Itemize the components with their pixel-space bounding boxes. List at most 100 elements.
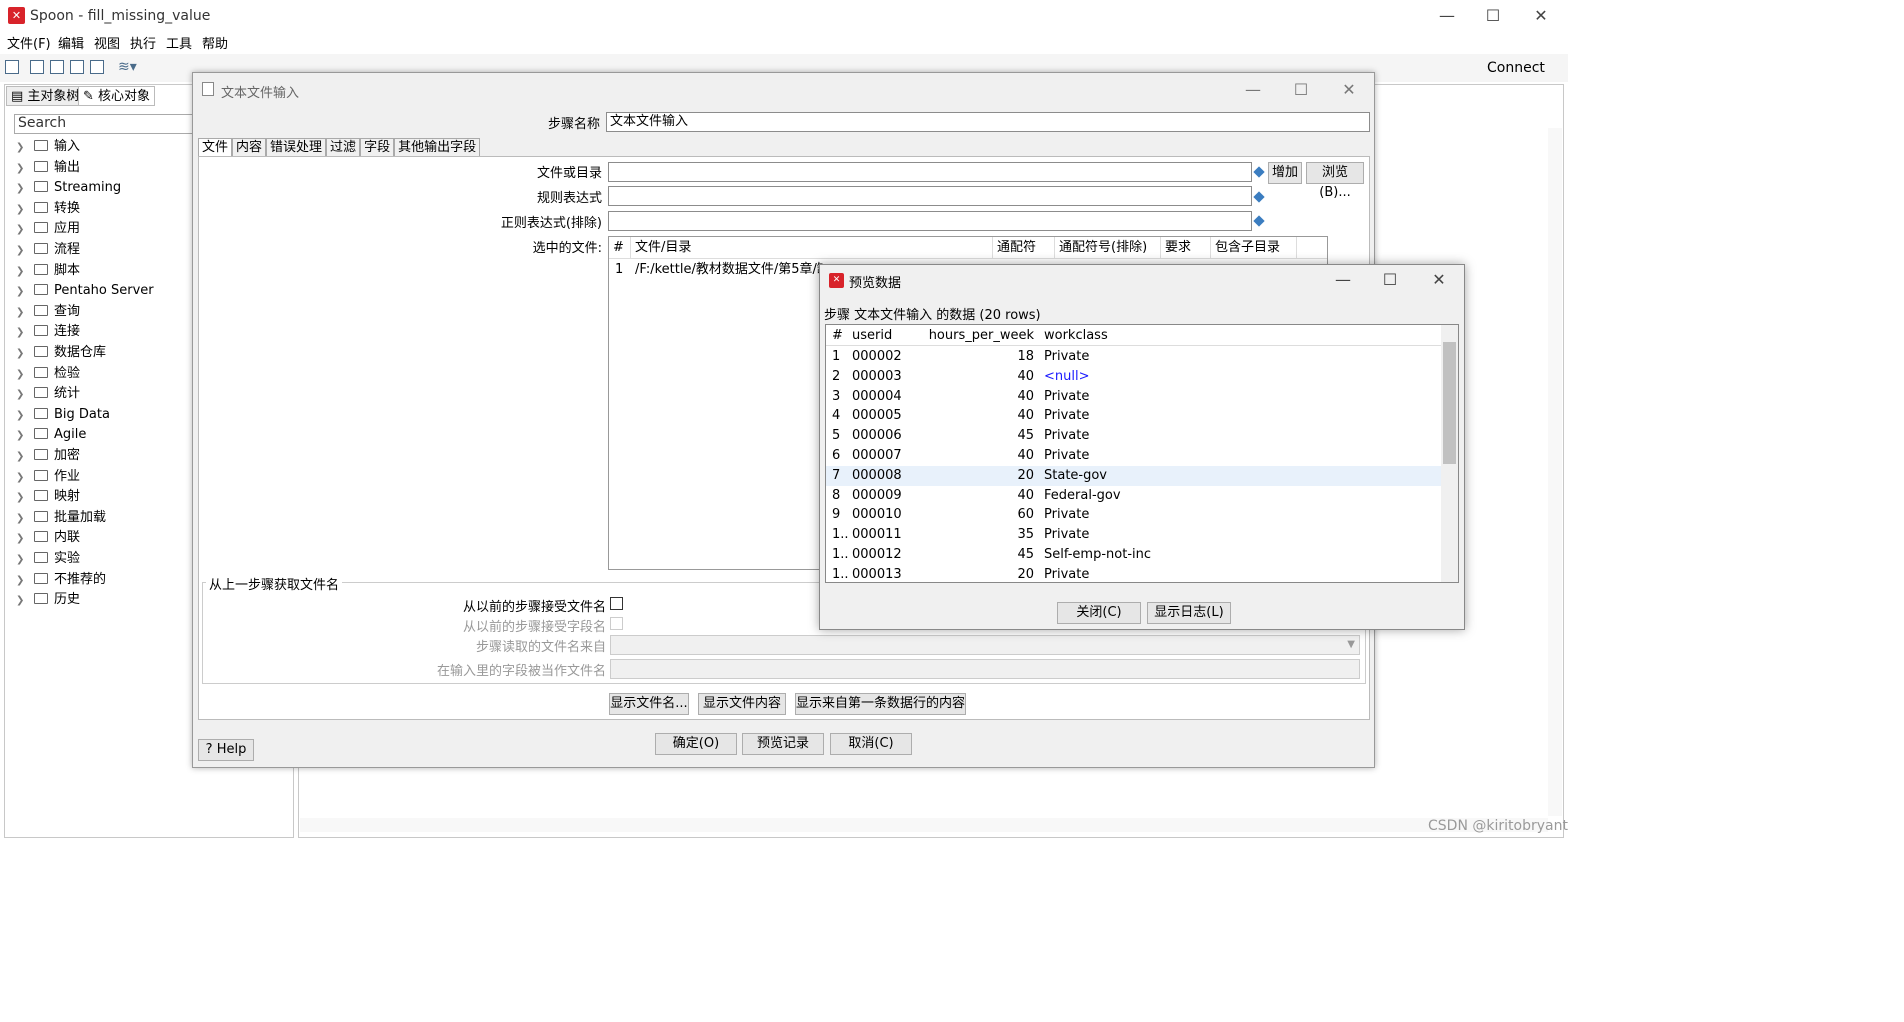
tree-item[interactable]: ❯ 实验 — [16, 549, 80, 569]
preview-scroll-thumb[interactable] — [1443, 342, 1456, 464]
ok-button[interactable]: 确定(O) — [655, 733, 737, 755]
table-row[interactable]: 6 000007 40 Private — [826, 446, 1444, 466]
chevron-right-icon[interactable]: ❯ — [16, 529, 34, 549]
search-input[interactable]: Search — [14, 114, 194, 134]
cancel-button[interactable]: 取消(C) — [830, 733, 912, 755]
table-row[interactable]: 4 000005 40 Private — [826, 406, 1444, 426]
tab-file[interactable]: 文件 — [198, 138, 233, 157]
tree-item[interactable]: ❯ 脚本 — [16, 261, 80, 281]
menu-help[interactable]: 帮助 — [202, 33, 228, 52]
tree-item[interactable]: ❯ 映射 — [16, 487, 80, 507]
table-row[interactable]: 5 000006 45 Private — [826, 426, 1444, 446]
field-as-filename-input[interactable] — [610, 659, 1360, 679]
tab-core-objects[interactable]: ✎ 核心对象 — [78, 86, 156, 106]
step-name-input[interactable]: 文本文件输入 — [606, 112, 1370, 132]
menu-file[interactable]: 文件(F) — [7, 33, 51, 52]
table-row[interactable]: 2 000003 40 <null> — [826, 367, 1444, 387]
save-icon[interactable] — [70, 60, 84, 74]
chevron-right-icon[interactable]: ❯ — [16, 241, 34, 261]
grid-row-path[interactable]: /F:/kettle/教材数据文件/第5章/缺失值.csv — [635, 259, 825, 281]
tree-item[interactable]: ❯ 内联 — [16, 528, 80, 548]
open-file-icon[interactable] — [30, 60, 44, 74]
chevron-right-icon[interactable]: ❯ — [16, 488, 34, 508]
dialog-close-icon[interactable]: ✕ — [1326, 76, 1372, 104]
tab-main-tree[interactable]: ▤ 主对象树 — [6, 86, 85, 106]
dialog-maximize-icon[interactable]: ☐ — [1278, 76, 1324, 104]
regex-input[interactable] — [608, 186, 1252, 206]
chevron-right-icon[interactable]: ❯ — [16, 550, 34, 570]
tree-item[interactable]: ❯ Pentaho Server — [16, 281, 154, 301]
chevron-right-icon[interactable]: ❯ — [16, 571, 34, 591]
tree-item[interactable]: ❯ 应用 — [16, 219, 80, 239]
preview-button[interactable]: 预览记录 — [742, 733, 824, 755]
menu-edit[interactable]: 编辑 — [58, 33, 84, 52]
chevron-right-icon[interactable]: ❯ — [16, 385, 34, 405]
regex-exclude-input[interactable] — [608, 211, 1252, 231]
tree-item[interactable]: ❯ Big Data — [16, 405, 110, 425]
tab-filter[interactable]: 过滤 — [326, 138, 361, 157]
chevron-right-icon[interactable]: ❯ — [16, 468, 34, 488]
show-content-button[interactable]: 显示文件内容 — [698, 693, 786, 715]
help-button[interactable]: ? Help — [198, 739, 254, 761]
maximize-icon[interactable]: ☐ — [1470, 2, 1516, 30]
table-row[interactable]: 3 000004 40 Private — [826, 387, 1444, 407]
chevron-right-icon[interactable]: ❯ — [16, 179, 34, 199]
table-row[interactable]: 1.. 000011 35 Private — [826, 525, 1444, 545]
table-row[interactable]: 1.. 000012 45 Self-emp-not-inc — [826, 545, 1444, 565]
dialog-minimize-icon[interactable]: — — [1230, 76, 1276, 104]
chevron-right-icon[interactable]: ❯ — [16, 200, 34, 220]
canvas-hscroll[interactable] — [300, 818, 1548, 832]
tree-item[interactable]: ❯ 流程 — [16, 240, 80, 260]
tree-item[interactable]: ❯ 转换 — [16, 199, 80, 219]
canvas-vscroll[interactable] — [1548, 128, 1562, 816]
menu-view[interactable]: 视图 — [94, 33, 120, 52]
show-log-button[interactable]: 显示日志(L) — [1147, 602, 1231, 624]
chevron-right-icon[interactable]: ❯ — [16, 426, 34, 446]
layers-icon[interactable]: ≋▾ — [118, 59, 137, 75]
menu-run[interactable]: 执行 — [130, 33, 156, 52]
accept-fieldname-checkbox[interactable] — [610, 617, 623, 630]
add-button[interactable]: 增加 — [1268, 162, 1302, 184]
table-row[interactable]: 9 000010 60 Private — [826, 505, 1444, 525]
chevron-right-icon[interactable]: ❯ — [16, 323, 34, 343]
browse-button[interactable]: 浏览(B)... — [1306, 162, 1364, 200]
chevron-right-icon[interactable]: ❯ — [16, 138, 34, 158]
tree-item[interactable]: ❯ 不推荐的 — [16, 570, 106, 590]
preview-table[interactable]: # userid hours_per_week workclass 1 00000… — [825, 324, 1459, 583]
tree-item[interactable]: ❯ 输出 — [16, 158, 80, 178]
chevron-right-icon[interactable]: ❯ — [16, 220, 34, 240]
new-file-icon[interactable] — [5, 60, 19, 74]
menu-tools[interactable]: 工具 — [166, 33, 192, 52]
preview-maximize-icon[interactable]: ☐ — [1367, 266, 1413, 294]
tree-item[interactable]: ❯ 输入 — [16, 137, 80, 157]
tab-fields[interactable]: 字段 — [360, 138, 395, 157]
tree-item[interactable]: ❯ 数据仓库 — [16, 343, 106, 363]
chevron-right-icon[interactable]: ❯ — [16, 303, 34, 323]
chevron-right-icon[interactable]: ❯ — [16, 344, 34, 364]
tree-item[interactable]: ❯ 批量加载 — [16, 508, 106, 528]
explore-icon[interactable] — [50, 60, 64, 74]
chevron-right-icon[interactable]: ❯ — [16, 591, 34, 611]
tree-item[interactable]: ❯ 检验 — [16, 364, 80, 384]
accept-filenames-checkbox[interactable] — [610, 597, 623, 610]
tab-error-handling[interactable]: 错误处理 — [266, 138, 327, 157]
show-first-row-button[interactable]: 显示来自第一条数据行的内容 — [795, 693, 966, 715]
tree-item[interactable]: ❯ Agile — [16, 425, 86, 445]
chevron-right-icon[interactable]: ❯ — [16, 365, 34, 385]
chevron-right-icon[interactable]: ❯ — [16, 282, 34, 302]
file-or-dir-input[interactable] — [608, 162, 1252, 182]
tree-item[interactable]: ❯ Streaming — [16, 178, 121, 198]
chevron-right-icon[interactable]: ❯ — [16, 509, 34, 529]
chevron-right-icon[interactable]: ❯ — [16, 159, 34, 179]
table-row[interactable]: 1.. 000013 20 Private — [826, 565, 1444, 582]
preview-minimize-icon[interactable]: — — [1320, 266, 1366, 294]
close-button[interactable]: 关闭(C) — [1057, 602, 1141, 624]
tree-item[interactable]: ❯ 历史 — [16, 590, 80, 610]
tree-item[interactable]: ❯ 加密 — [16, 446, 80, 466]
table-row[interactable]: 8 000009 40 Federal-gov — [826, 486, 1444, 506]
chevron-right-icon[interactable]: ❯ — [16, 406, 34, 426]
table-row[interactable]: 1 000002 18 Private — [826, 347, 1444, 367]
close-icon[interactable]: ✕ — [1518, 2, 1564, 30]
chevron-right-icon[interactable]: ❯ — [16, 262, 34, 282]
table-row[interactable]: 7 000008 20 State-gov — [826, 465, 1444, 486]
